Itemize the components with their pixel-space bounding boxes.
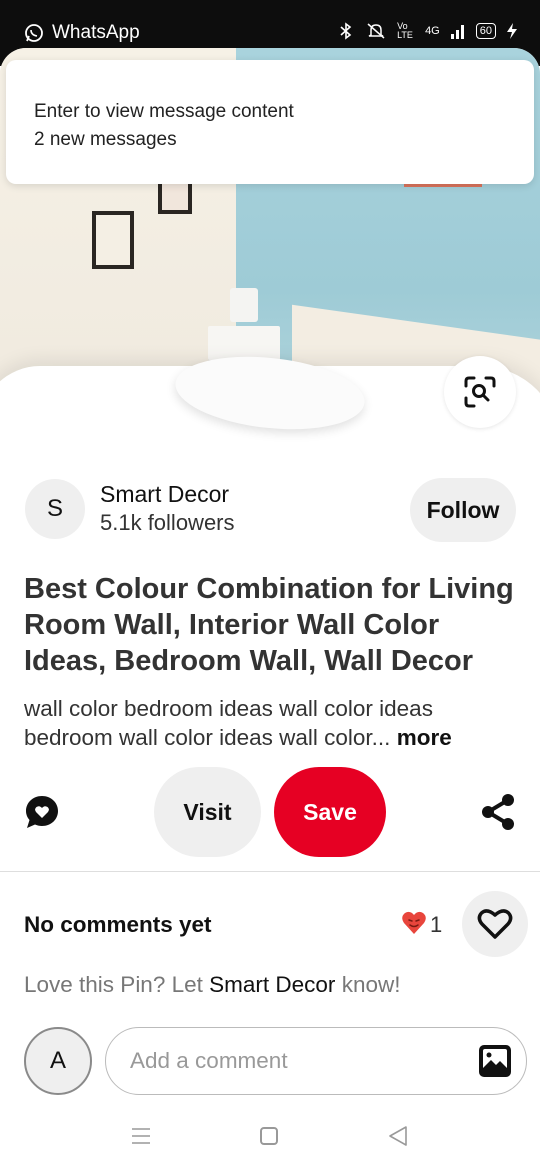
nav-menu-icon[interactable] (131, 1126, 151, 1146)
nav-back-icon[interactable] (387, 1125, 409, 1147)
prompt-suffix: know! (341, 972, 401, 997)
signal-icon (450, 25, 464, 39)
heart-outline-icon (477, 909, 513, 939)
nav-home-icon[interactable] (260, 1127, 278, 1145)
comments-heading: No comments yet (24, 912, 212, 937)
comment-prompt: Love this Pin? Let Smart Decor know! (24, 972, 400, 998)
whatsapp-icon (25, 24, 43, 42)
image-lamp (230, 288, 258, 322)
visual-search-icon (464, 376, 496, 408)
reaction-count: 1 (430, 912, 443, 937)
network-label: 4G (425, 25, 440, 37)
comment-bubble-icon[interactable] (24, 794, 60, 830)
creator-name[interactable]: Smart Decor (100, 481, 229, 508)
creator-followers: 5.1k followers (100, 510, 235, 535)
visual-search-button[interactable] (444, 356, 516, 428)
battery-level: 60 (475, 23, 496, 39)
more-link[interactable]: more (397, 725, 452, 750)
pin-title: Best Colour Combination for Living Room … (24, 573, 514, 677)
comment-input-container[interactable] (105, 1027, 527, 1095)
react-button[interactable] (462, 891, 528, 957)
mute-icon (367, 23, 385, 39)
heart-emoji-icon (402, 911, 426, 934)
visit-button[interactable]: Visit (154, 767, 261, 857)
section-divider (0, 871, 540, 872)
status-right: Vo LTE 4G 60 (337, 22, 518, 40)
pin-description: wall color bedroom ideas wall color idea… (24, 694, 524, 752)
notification-banner[interactable]: Enter to view message content 2 new mess… (6, 60, 534, 184)
notification-line1: Enter to view message content (34, 101, 294, 122)
user-avatar[interactable]: A (24, 1027, 92, 1095)
save-button[interactable]: Save (274, 767, 386, 857)
prompt-prefix: Love this Pin? Let (24, 972, 203, 997)
notification-line2: 2 new messages (34, 129, 177, 150)
status-left: WhatsApp (24, 22, 140, 44)
prompt-creator-name[interactable]: Smart Decor (209, 972, 335, 997)
volte-label: Vo LTE (397, 21, 413, 40)
creator-avatar[interactable]: S (25, 479, 85, 539)
pin-description-text: wall color bedroom ideas wall color idea… (24, 696, 433, 750)
comment-input[interactable] (130, 1028, 450, 1093)
follow-button[interactable]: Follow (410, 478, 516, 542)
photo-icon[interactable] (478, 1044, 512, 1078)
status-app-name: WhatsApp (52, 22, 140, 43)
image-frame (92, 211, 134, 269)
bluetooth-icon (340, 22, 352, 40)
charging-icon (507, 23, 517, 39)
share-icon[interactable] (480, 793, 516, 831)
